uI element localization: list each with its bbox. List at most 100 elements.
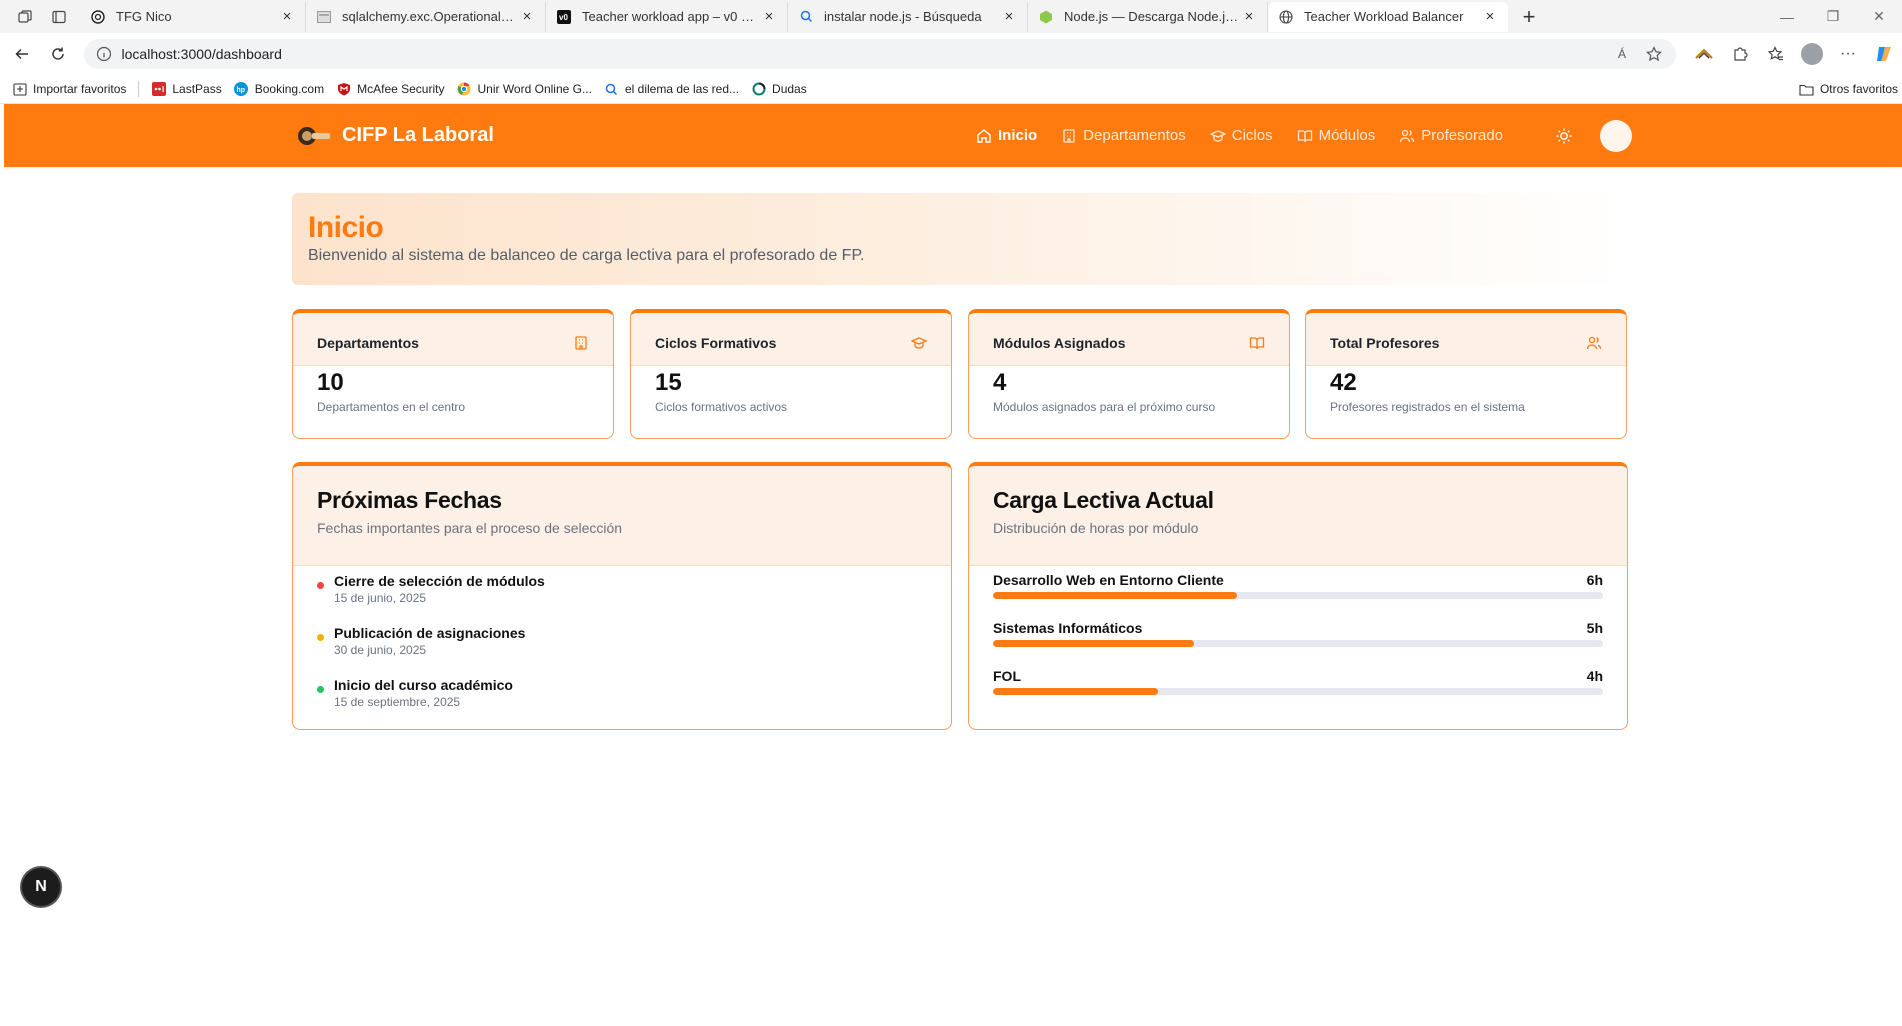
- event-title: Publicación de asignaciones: [334, 625, 526, 641]
- nav-item-ciclos[interactable]: Ciclos: [1209, 127, 1273, 144]
- status-dot: [317, 686, 324, 693]
- reload-button[interactable]: [42, 38, 74, 70]
- tab-actions-icon[interactable]: [44, 2, 74, 32]
- extensions-puzzle-icon[interactable]: [1722, 38, 1758, 70]
- bookmark-lastpass[interactable]: LastPass: [151, 82, 222, 97]
- panel-subtitle: Fechas importantes para el proceso de se…: [317, 520, 623, 536]
- building-icon: [1063, 128, 1075, 143]
- bookmark-import[interactable]: Importar favoritos: [12, 82, 126, 97]
- stat-card-header: Departamentos: [293, 313, 613, 366]
- nextjs-dev-badge[interactable]: N: [22, 868, 60, 906]
- workload-row: Sistemas Informáticos 5h: [993, 620, 1603, 647]
- graduation-cap-icon: [911, 337, 927, 349]
- chrome-icon: [456, 82, 471, 97]
- module-hours: 5h: [1586, 620, 1603, 636]
- browser-tab[interactable]: instalar node.js - Búsqueda ×: [788, 1, 1028, 32]
- browser-tab[interactable]: v0 Teacher workload app – v0 by Ver ×: [546, 1, 788, 32]
- bookmark-mcafee[interactable]: McAfee Security: [336, 82, 444, 97]
- status-dot: [317, 582, 324, 589]
- bookmark-booking[interactable]: hp Booking.com: [234, 82, 324, 97]
- stat-card-profesores: Total Profesores 42 Profesores registrad…: [1305, 309, 1627, 439]
- openai-icon: [90, 9, 106, 25]
- browser-tab-active[interactable]: Teacher Workload Balancer ×: [1268, 1, 1508, 32]
- stat-card-departamentos: Departamentos 10 Departamentos en el cen…: [292, 309, 614, 439]
- stat-card-header: Total Profesores: [1306, 313, 1626, 366]
- page-icon: [316, 9, 332, 25]
- stat-value: 15: [655, 369, 682, 396]
- browser-tab[interactable]: sqlalchemy.exc.OperationalError: ( ×: [306, 1, 546, 32]
- browser-tab[interactable]: Node.js — Descarga Node.js® ×: [1028, 1, 1268, 32]
- window-controls: — ❐ ✕: [1764, 2, 1902, 32]
- profile-avatar[interactable]: [1794, 38, 1830, 70]
- nav-item-inicio[interactable]: Inicio: [976, 127, 1037, 144]
- bookmark-unir[interactable]: Unir Word Online G...: [456, 82, 592, 97]
- school-logo-icon: [298, 126, 330, 145]
- app-header: CIFP La Laboral Inicio Departamentos Cic…: [4, 104, 1902, 167]
- module-hours: 6h: [1586, 572, 1603, 588]
- brand-name: CIFP La Laboral: [342, 124, 494, 146]
- bookmark-dilema[interactable]: el dilema de las red...: [604, 82, 739, 97]
- address-bar[interactable]: localhost:3000/dashboard Á: [83, 39, 1676, 69]
- stat-label: Total Profesores: [1330, 335, 1440, 351]
- progress-fill: [993, 688, 1158, 695]
- v0-icon: v0: [556, 9, 572, 25]
- brand[interactable]: CIFP La Laboral: [296, 104, 494, 167]
- bookmark-dudas[interactable]: Dudas: [751, 82, 807, 97]
- bookmark-label: Unir Word Online G...: [477, 82, 592, 96]
- nav-label: Ciclos: [1231, 127, 1273, 144]
- hp-icon: hp: [234, 82, 249, 97]
- sun-icon[interactable]: [1554, 126, 1574, 146]
- book-icon: [1297, 129, 1312, 142]
- stat-label: Módulos Asignados: [993, 335, 1126, 351]
- stat-description: Profesores registrados en el sistema: [1330, 400, 1525, 414]
- address-bar-row: localhost:3000/dashboard Á ···: [0, 33, 1902, 75]
- read-aloud-icon[interactable]: Á: [1612, 44, 1632, 64]
- close-tab-icon[interactable]: ×: [1241, 8, 1257, 25]
- workload-row: FOL 4h: [993, 668, 1603, 695]
- browser-tab-bar: TFG Nico × sqlalchemy.exc.OperationalErr…: [0, 0, 1902, 33]
- users-icon: [1586, 336, 1602, 350]
- tab-title: Node.js — Descarga Node.js®: [1064, 9, 1241, 24]
- module-name: Desarrollo Web en Entorno Cliente: [993, 572, 1224, 588]
- nav-item-profesorado[interactable]: Profesorado: [1399, 127, 1503, 144]
- browser-tab[interactable]: TFG Nico ×: [80, 1, 306, 32]
- user-avatar[interactable]: [1600, 120, 1632, 152]
- more-menu-icon[interactable]: ···: [1830, 38, 1866, 70]
- restore-icon[interactable]: ❐: [1810, 2, 1856, 32]
- site-info-icon[interactable]: [96, 46, 112, 62]
- close-tab-icon[interactable]: ×: [761, 8, 777, 25]
- nav-item-departamentos[interactable]: Departamentos: [1061, 127, 1186, 144]
- star-icon[interactable]: [1644, 44, 1664, 64]
- new-tab-button[interactable]: +: [1514, 2, 1544, 32]
- stat-card-ciclos: Ciclos Formativos 15 Ciclos formativos a…: [630, 309, 952, 439]
- close-tab-icon[interactable]: ×: [519, 8, 535, 25]
- close-tab-icon[interactable]: ×: [1001, 8, 1017, 25]
- workload-panel: Carga Lectiva Actual Distribución de hor…: [968, 462, 1628, 730]
- other-favorites[interactable]: Otros favoritos: [1799, 82, 1898, 97]
- back-button[interactable]: [6, 38, 38, 70]
- close-tab-icon[interactable]: ×: [279, 8, 295, 25]
- tab-title: TFG Nico: [116, 9, 172, 24]
- book-icon: [1249, 337, 1265, 350]
- panel-title: Carga Lectiva Actual: [993, 487, 1214, 513]
- minimize-icon[interactable]: —: [1764, 2, 1810, 32]
- close-tab-icon[interactable]: ×: [1482, 8, 1498, 25]
- close-window-icon[interactable]: ✕: [1856, 2, 1902, 32]
- page-hero: Inicio Bienvenido al sistema de balanceo…: [292, 193, 1627, 285]
- copilot-icon[interactable]: [1866, 38, 1902, 70]
- tab-title: sqlalchemy.exc.OperationalError: (: [342, 9, 519, 24]
- folder-icon: [1799, 82, 1814, 97]
- progress-fill: [993, 640, 1195, 647]
- graduation-cap-icon: [1209, 129, 1226, 142]
- nav-item-modulos[interactable]: Módulos: [1297, 127, 1376, 144]
- status-dot: [317, 634, 324, 641]
- extension-icon[interactable]: [1686, 38, 1722, 70]
- stat-description: Ciclos formativos activos: [655, 400, 788, 414]
- stat-card-header: Ciclos Formativos: [631, 313, 951, 366]
- workspaces-icon[interactable]: [10, 2, 40, 32]
- page-title: Inicio: [308, 211, 384, 244]
- bookmark-label: Booking.com: [254, 82, 325, 96]
- favorites-icon[interactable]: [1758, 38, 1794, 70]
- progress-track: [993, 592, 1603, 599]
- nav-label: Módulos: [1318, 127, 1376, 144]
